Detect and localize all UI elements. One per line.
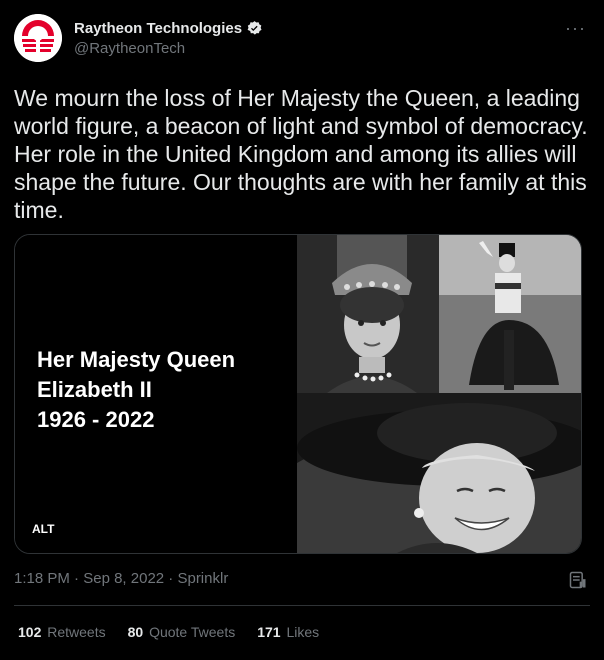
engagement-stats: 102 Retweets 80 Quote Tweets 171 Likes bbox=[18, 624, 319, 640]
alt-text-badge[interactable]: ALT bbox=[29, 521, 58, 537]
queen-horseback-photo[interactable] bbox=[439, 235, 581, 393]
author-display-name-row[interactable]: Raytheon Technologies bbox=[74, 20, 263, 37]
verified-badge-icon bbox=[247, 21, 262, 35]
memorial-title-line1: Her Majesty Queen bbox=[37, 347, 236, 372]
tweet-metadata: 1:18 PM · Sep 8, 2022 · Sprinklr bbox=[14, 570, 228, 587]
more-options-icon[interactable]: ··· bbox=[565, 18, 586, 39]
raytheon-logo-icon bbox=[14, 14, 62, 62]
likes-count: 171 bbox=[257, 624, 281, 640]
meta-separator: · bbox=[74, 570, 84, 587]
retweets-count: 102 bbox=[18, 624, 42, 640]
memorial-title-line2: Elizabeth II bbox=[37, 377, 152, 402]
queen-smiling-photo[interactable] bbox=[297, 393, 581, 553]
author-names: Raytheon Technologies @RaytheonTech bbox=[74, 20, 263, 57]
tweet-date[interactable]: Sep 8, 2022 bbox=[83, 570, 164, 587]
divider bbox=[14, 605, 590, 606]
quote-tweets-count: 80 bbox=[127, 624, 144, 640]
author-handle[interactable]: @RaytheonTech bbox=[74, 40, 263, 57]
smiling-portrait-image bbox=[297, 393, 581, 553]
quote-tweets-label: Quote Tweets bbox=[149, 624, 236, 640]
horseback-salute-image bbox=[439, 235, 581, 393]
retweets-stat[interactable]: 102 Retweets bbox=[18, 624, 106, 640]
memorial-title-line3: 1926 - 2022 bbox=[37, 407, 155, 432]
tweet-media[interactable]: Her Majesty Queen Elizabeth II 1926 - 20… bbox=[14, 234, 582, 554]
likes-label: Likes bbox=[286, 624, 320, 640]
tweet-time[interactable]: 1:18 PM bbox=[14, 570, 70, 587]
quote-tweets-stat[interactable]: 80 Quote Tweets bbox=[128, 624, 236, 640]
tweet-source[interactable]: Sprinklr bbox=[177, 570, 228, 587]
author-display-name[interactable]: Raytheon Technologies bbox=[74, 20, 242, 37]
coronation-portrait-image bbox=[297, 235, 439, 393]
retweets-label: Retweets bbox=[47, 624, 106, 640]
memorial-card: Her Majesty Queen Elizabeth II 1926 - 20… bbox=[15, 235, 297, 553]
tweet-text: We mourn the loss of Her Majesty the Que… bbox=[14, 85, 588, 223]
avatar[interactable] bbox=[14, 14, 62, 62]
analytics-icon[interactable] bbox=[568, 570, 588, 590]
memorial-title: Her Majesty Queen Elizabeth II 1926 - 20… bbox=[37, 345, 235, 435]
tweet-header: Raytheon Technologies @RaytheonTech ··· bbox=[14, 14, 590, 66]
queen-coronation-photo[interactable] bbox=[297, 235, 439, 393]
likes-stat[interactable]: 171 Likes bbox=[257, 624, 319, 640]
